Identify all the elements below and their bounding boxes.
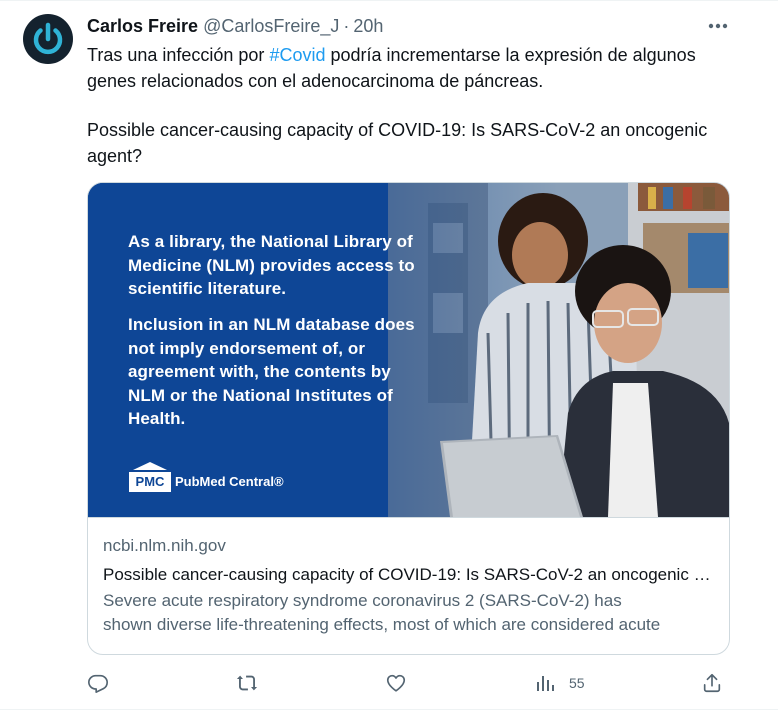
card-description-line-1: Severe acute respiratory syndrome corona… [103,591,622,610]
tweet-text-start: Tras una infección por [87,45,270,65]
timestamp[interactable]: 20h [353,16,383,37]
retweet-icon [236,675,258,691]
tweet-text-article-title: Possible cancer-causing capacity of COVI… [87,120,708,166]
hashtag-link[interactable]: #Covid [269,45,325,65]
tweet-header: Carlos Freire @CarlosFreire_J · 20h [87,14,383,38]
retweet-button[interactable] [235,670,259,696]
share-button[interactable] [701,670,723,696]
views-icon [537,676,554,691]
pmc-mark-label: PMC [129,472,171,492]
like-button[interactable] [385,670,407,696]
display-name[interactable]: Carlos Freire [87,16,198,37]
power-icon [33,22,63,55]
card-image: As a library, the National Library of Me… [88,183,729,517]
reply-button[interactable] [87,670,109,696]
card-description: Severe acute respiratory syndrome corona… [103,589,715,637]
tweet-text: Tras una infección por #Covid podría inc… [87,42,727,94]
user-handle[interactable]: @CarlosFreire_J [203,16,339,37]
pmc-logo: PMC PubMed Central® [129,462,284,492]
share-icon [703,673,721,693]
separator: · [343,15,350,36]
top-divider [0,0,778,1]
bottom-divider [0,709,778,710]
card-info: ncbi.nlm.nih.gov Possible cancer-causing… [103,534,715,637]
action-bar: 55 [87,670,727,696]
pmc-name: PubMed Central® [175,474,284,489]
card-title: Possible cancer-causing capacity of COVI… [103,565,715,584]
tweet[interactable]: Carlos Freire @CarlosFreire_J · 20h Tras… [0,0,778,722]
card-description-line-2: shown diverse life-threatening effects, … [103,615,661,634]
views-count: 55 [569,675,585,691]
card-image-text-1: As a library, the National Library of Me… [128,232,415,298]
avatar[interactable] [23,14,73,64]
card-divider [88,517,729,518]
reply-icon [88,674,108,693]
card-domain: ncbi.nlm.nih.gov [103,536,226,555]
pmc-mark: PMC [129,462,171,492]
more-icon [708,23,728,29]
card-image-text-2: Inclusion in an NLM database does not im… [128,315,415,428]
pmc-roof-icon [133,462,167,470]
link-preview-card[interactable]: As a library, the National Library of Me… [87,182,730,655]
heart-icon [386,674,406,692]
more-options-button[interactable] [706,16,730,36]
views-button[interactable]: 55 [535,670,585,696]
